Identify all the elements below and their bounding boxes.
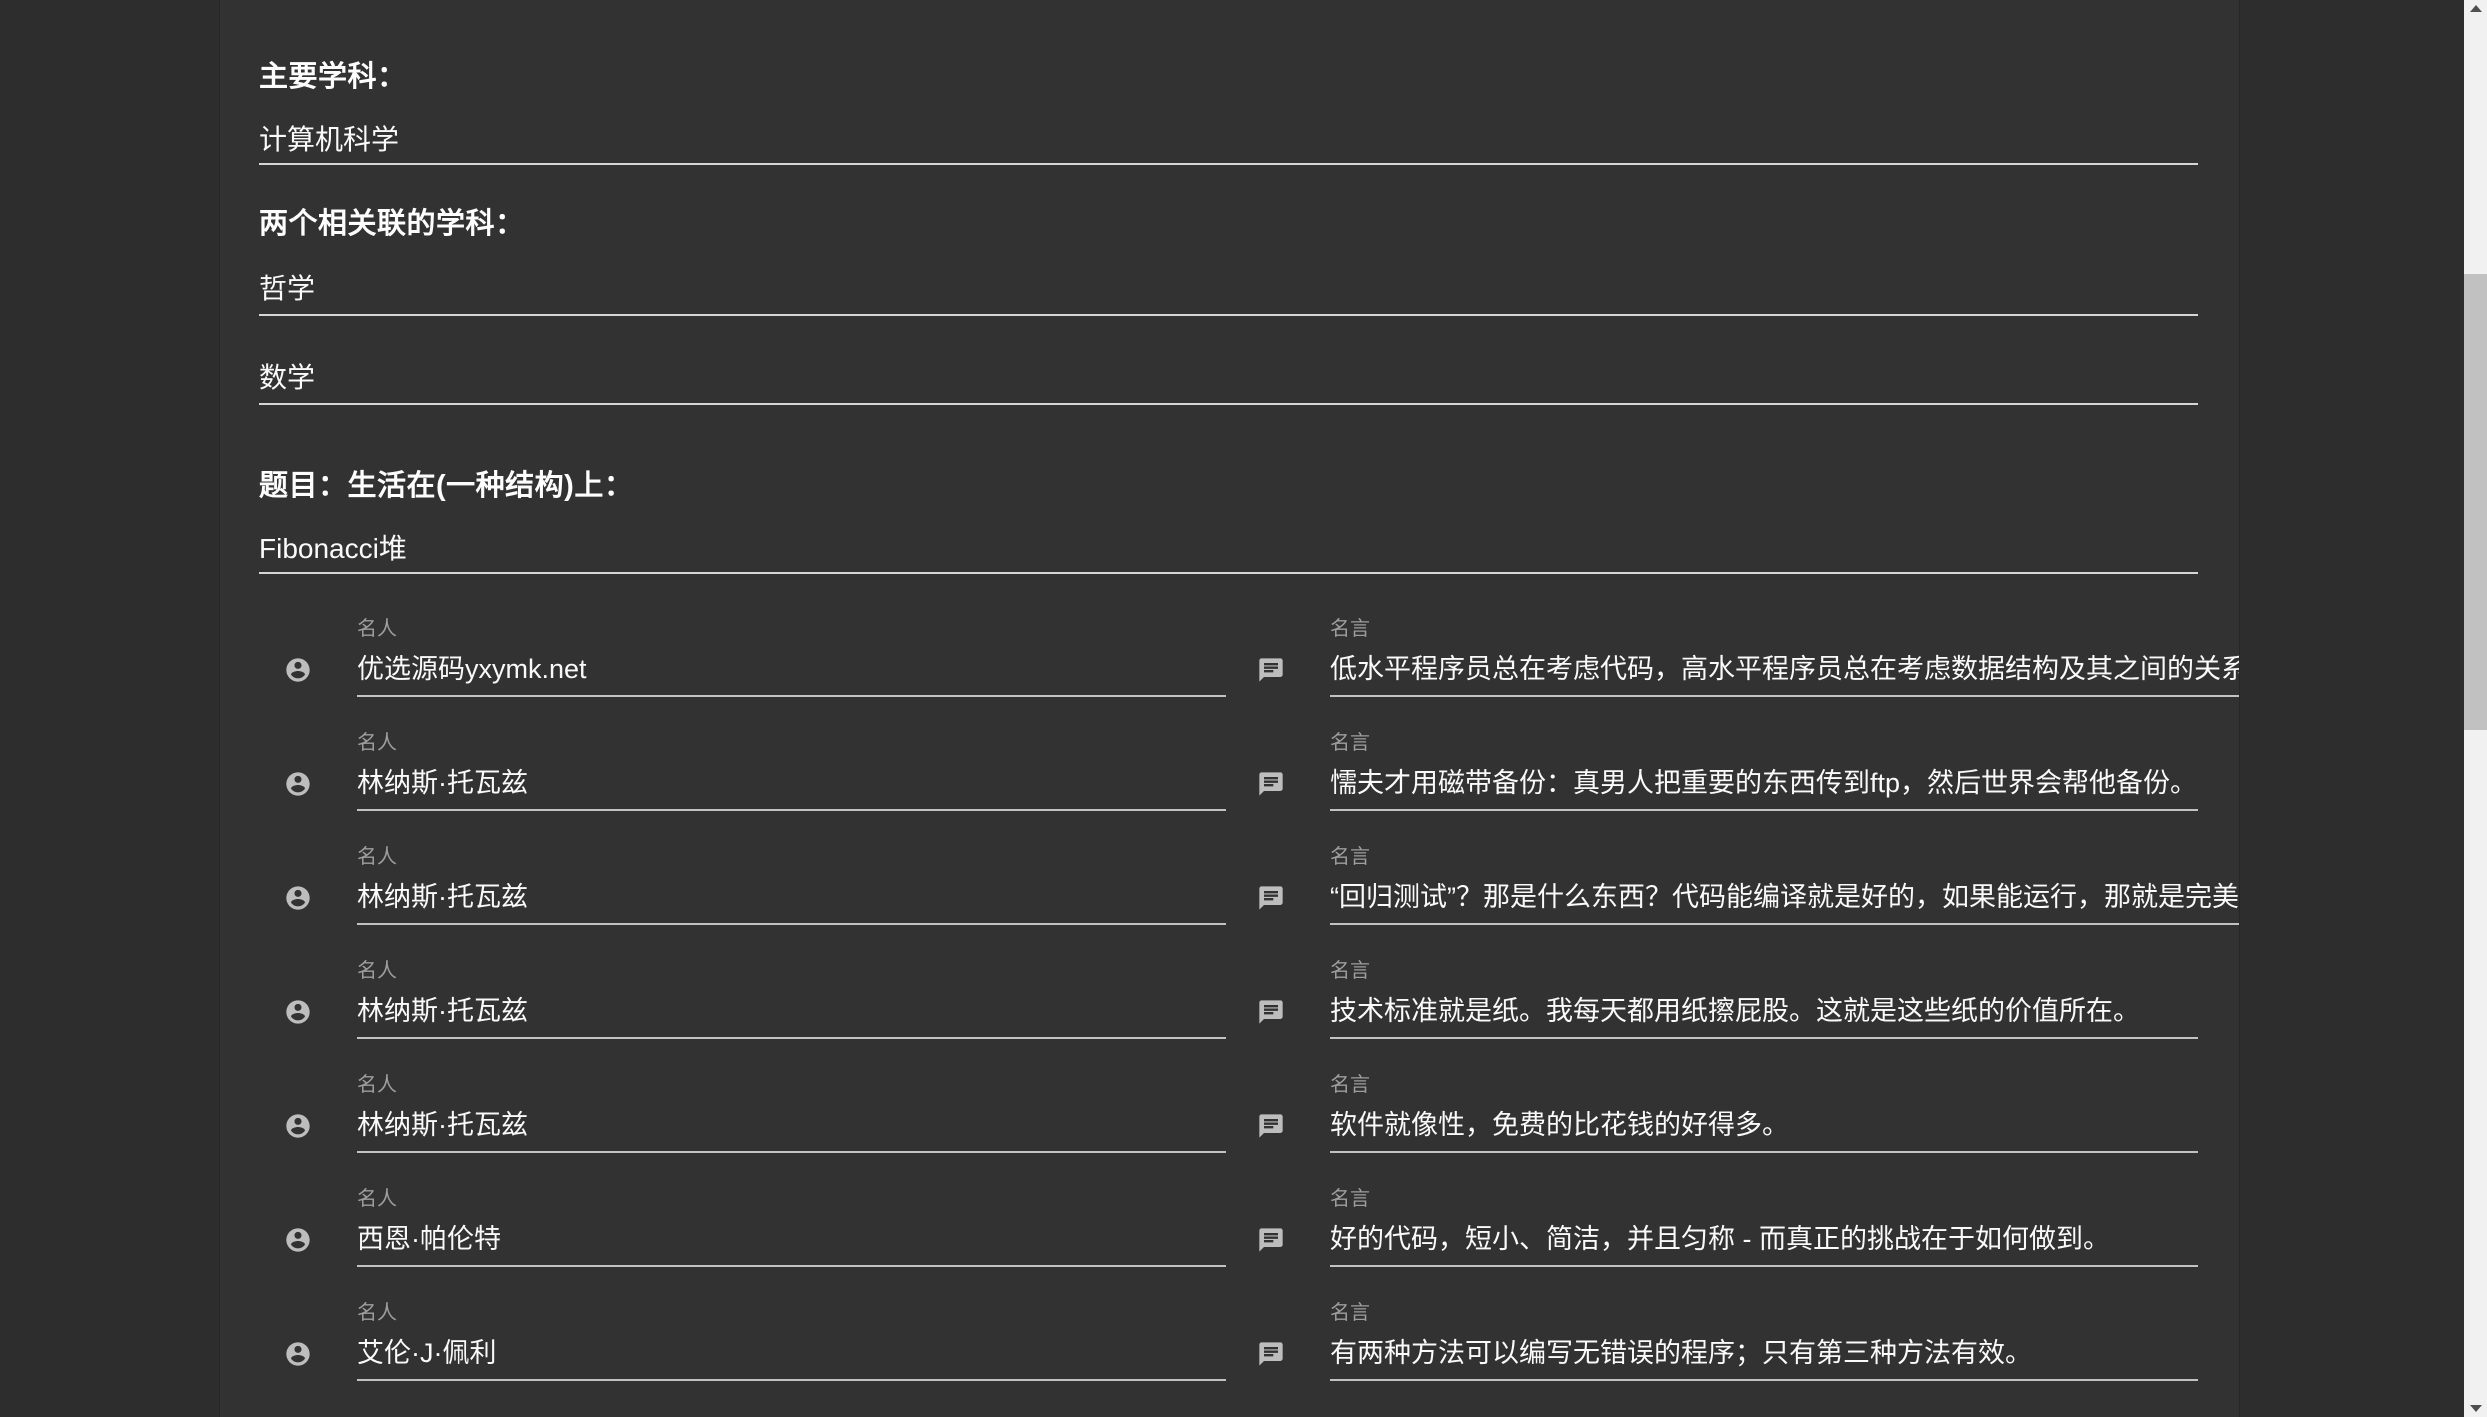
scroll-up-button[interactable]	[2464, 0, 2487, 17]
quote-cell: 名言 技术标准就是纸。我每天都用纸擦屁股。这就是这些纸的价值所在。	[1226, 958, 2198, 1039]
quote-field-label: 名言	[1330, 616, 2240, 642]
account-circle-icon	[284, 998, 312, 1026]
quote-row: 名人 艾伦·J·佩利 名言 有两种方法可以编写无错误的程序；只有第三种方法有效。	[259, 1300, 2198, 1381]
quote-field[interactable]: 名言 低水平程序员总在考虑代码，高水平程序员总在考虑数据结构及其之间的关系。	[1330, 616, 2240, 697]
account-circle-icon	[284, 1226, 312, 1254]
person-field[interactable]: 名人 林纳斯·托瓦兹	[357, 958, 1226, 1039]
quote-field-label: 名言	[1330, 1186, 2198, 1212]
main-subject-field[interactable]: 计算机科学	[259, 123, 2198, 165]
quote-field[interactable]: 名言 “回归测试”？那是什么东西？代码能编译就是好的，如果能运行，那就是完美的。	[1330, 844, 2240, 925]
quote-field-label: 名言	[1330, 958, 2198, 984]
quote-field[interactable]: 名言 软件就像性，免费的比花钱的好得多。	[1330, 1072, 2198, 1153]
chat-bubble-icon	[1257, 1112, 1285, 1140]
chat-bubble-icon	[1257, 998, 1285, 1026]
form-panel: 主要学科： 计算机科学 两个相关联的学科： 哲学 数学 题目：生活在(一种结构)…	[219, 0, 2240, 1417]
quote-field-label: 名言	[1330, 730, 2198, 756]
quote-field-value[interactable]: 有两种方法可以编写无错误的程序；只有第三种方法有效。	[1330, 1336, 2198, 1379]
quote-cell: 名言 有两种方法可以编写无错误的程序；只有第三种方法有效。	[1226, 1300, 2198, 1381]
related-subject-field-1[interactable]: 哲学	[259, 272, 2198, 316]
quote-field[interactable]: 名言 懦夫才用磁带备份：真男人把重要的东西传到ftp，然后世界会帮他备份。	[1330, 730, 2198, 811]
scroll-up-arrow-icon	[2470, 5, 2482, 12]
chat-bubble-icon	[1257, 1340, 1285, 1368]
quote-field[interactable]: 名言 好的代码，短小、简洁，并且匀称 - 而真正的挑战在于如何做到。	[1330, 1186, 2198, 1267]
account-circle-icon	[284, 770, 312, 798]
account-circle-icon	[284, 1340, 312, 1368]
related-subject-value-2[interactable]: 数学	[259, 361, 2198, 403]
vertical-scrollbar[interactable]	[2464, 0, 2487, 1417]
person-field-value[interactable]: 艾伦·J·佩利	[357, 1336, 1226, 1379]
topic-label: 题目：生活在(一种结构)上：	[259, 468, 2198, 504]
quote-cell: 名言 低水平程序员总在考虑代码，高水平程序员总在考虑数据结构及其之间的关系。	[1226, 616, 2240, 697]
quote-field-value[interactable]: 好的代码，短小、简洁，并且匀称 - 而真正的挑战在于如何做到。	[1330, 1222, 2198, 1265]
person-field[interactable]: 名人 林纳斯·托瓦兹	[357, 1072, 1226, 1153]
person-field-label: 名人	[357, 1072, 1226, 1098]
quote-row: 名人 林纳斯·托瓦兹 名言 懦夫才用磁带备份：真男人把重要的东西传到ftp，然后…	[259, 730, 2198, 811]
person-field-label: 名人	[357, 730, 1226, 756]
person-cell: 名人 西恩·帕伦特	[259, 1186, 1226, 1267]
person-field[interactable]: 名人 林纳斯·托瓦兹	[357, 844, 1226, 925]
quote-cell: 名言 软件就像性，免费的比花钱的好得多。	[1226, 1072, 2198, 1153]
person-cell: 名人 优选源码yxymk.net	[259, 616, 1226, 697]
chat-bubble-icon	[1257, 1226, 1285, 1254]
quote-field-label: 名言	[1330, 1072, 2198, 1098]
person-field[interactable]: 名人 艾伦·J·佩利	[357, 1300, 1226, 1381]
quotes-list: 名人 优选源码yxymk.net 名言 低水平程序员总在考虑代码，高水平程序员总…	[259, 616, 2198, 1381]
scrollbar-thumb[interactable]	[2464, 274, 2487, 730]
person-cell: 名人 林纳斯·托瓦兹	[259, 958, 1226, 1039]
person-field-value[interactable]: 林纳斯·托瓦兹	[357, 880, 1226, 923]
main-subject-value[interactable]: 计算机科学	[259, 123, 2198, 163]
related-subject-value-1[interactable]: 哲学	[259, 272, 2198, 314]
person-field-label: 名人	[357, 1300, 1226, 1326]
topic-field[interactable]: Fibonacci堆	[259, 532, 2198, 574]
scroll-down-arrow-icon	[2470, 1405, 2482, 1412]
quote-field[interactable]: 名言 技术标准就是纸。我每天都用纸擦屁股。这就是这些纸的价值所在。	[1330, 958, 2198, 1039]
person-field-label: 名人	[357, 1186, 1226, 1212]
account-circle-icon	[284, 884, 312, 912]
person-field-value[interactable]: 西恩·帕伦特	[357, 1222, 1226, 1265]
quote-field-value[interactable]: 低水平程序员总在考虑代码，高水平程序员总在考虑数据结构及其之间的关系。	[1330, 652, 2240, 695]
quote-field-value[interactable]: 技术标准就是纸。我每天都用纸擦屁股。这就是这些纸的价值所在。	[1330, 994, 2198, 1037]
quote-field-value[interactable]: 懦夫才用磁带备份：真男人把重要的东西传到ftp，然后世界会帮他备份。	[1330, 766, 2198, 809]
person-field-label: 名人	[357, 958, 1226, 984]
person-field-value[interactable]: 优选源码yxymk.net	[357, 652, 1226, 695]
quote-row: 名人 林纳斯·托瓦兹 名言 “回归测试”？那是什么东西？代码能编译就是好的，如果…	[259, 844, 2198, 925]
scroll-down-button[interactable]	[2464, 1400, 2487, 1417]
quote-field-label: 名言	[1330, 844, 2240, 870]
quote-row: 名人 西恩·帕伦特 名言 好的代码，短小、简洁，并且匀称 - 而真正的挑战在于如…	[259, 1186, 2198, 1267]
person-field[interactable]: 名人 林纳斯·托瓦兹	[357, 730, 1226, 811]
person-field[interactable]: 名人 西恩·帕伦特	[357, 1186, 1226, 1267]
main-subject-label: 主要学科：	[259, 59, 2198, 95]
quote-field-value[interactable]: “回归测试”？那是什么东西？代码能编译就是好的，如果能运行，那就是完美的。	[1330, 880, 2240, 923]
quote-field-value[interactable]: 软件就像性，免费的比花钱的好得多。	[1330, 1108, 2198, 1151]
person-cell: 名人 林纳斯·托瓦兹	[259, 730, 1226, 811]
quote-field[interactable]: 名言 有两种方法可以编写无错误的程序；只有第三种方法有效。	[1330, 1300, 2198, 1381]
quote-cell: 名言 懦夫才用磁带备份：真男人把重要的东西传到ftp，然后世界会帮他备份。	[1226, 730, 2198, 811]
person-cell: 名人 林纳斯·托瓦兹	[259, 844, 1226, 925]
quote-row: 名人 林纳斯·托瓦兹 名言 技术标准就是纸。我每天都用纸擦屁股。这就是这些纸的价…	[259, 958, 2198, 1039]
chat-bubble-icon	[1257, 770, 1285, 798]
person-field-label: 名人	[357, 844, 1226, 870]
chat-bubble-icon	[1257, 656, 1285, 684]
person-field-value[interactable]: 林纳斯·托瓦兹	[357, 1108, 1226, 1151]
quote-cell: 名言 好的代码，短小、简洁，并且匀称 - 而真正的挑战在于如何做到。	[1226, 1186, 2198, 1267]
account-circle-icon	[284, 1112, 312, 1140]
person-field-value[interactable]: 林纳斯·托瓦兹	[357, 994, 1226, 1037]
quote-row: 名人 优选源码yxymk.net 名言 低水平程序员总在考虑代码，高水平程序员总…	[259, 616, 2198, 697]
quote-row: 名人 林纳斯·托瓦兹 名言 软件就像性，免费的比花钱的好得多。	[259, 1072, 2198, 1153]
related-subjects-label: 两个相关联的学科：	[259, 206, 2198, 242]
person-field-value[interactable]: 林纳斯·托瓦兹	[357, 766, 1226, 809]
quote-field-label: 名言	[1330, 1300, 2198, 1326]
person-cell: 名人 艾伦·J·佩利	[259, 1300, 1226, 1381]
related-subject-field-2[interactable]: 数学	[259, 361, 2198, 405]
chat-bubble-icon	[1257, 884, 1285, 912]
person-field-label: 名人	[357, 616, 1226, 642]
topic-value[interactable]: Fibonacci堆	[259, 532, 2198, 572]
person-cell: 名人 林纳斯·托瓦兹	[259, 1072, 1226, 1153]
person-field[interactable]: 名人 优选源码yxymk.net	[357, 616, 1226, 697]
account-circle-icon	[284, 656, 312, 684]
quote-cell: 名言 “回归测试”？那是什么东西？代码能编译就是好的，如果能运行，那就是完美的。	[1226, 844, 2240, 925]
